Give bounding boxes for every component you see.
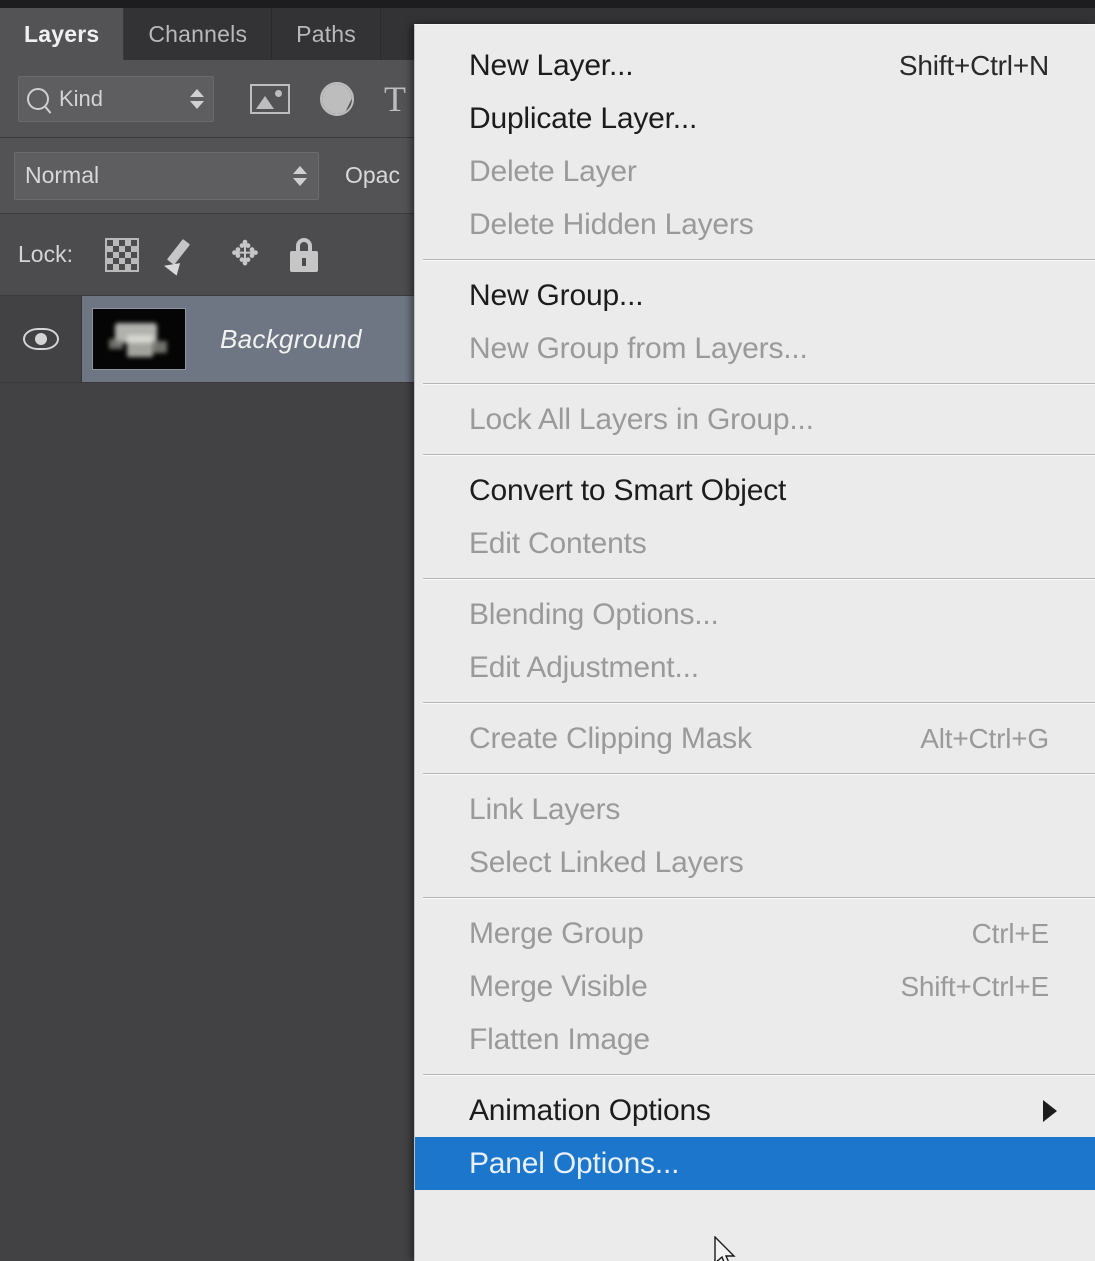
menu-separator: [423, 897, 1095, 899]
menu-item-delete-hidden-layers: Delete Hidden Layers: [415, 198, 1095, 251]
menu-item-label: Lock All Layers in Group...: [469, 402, 814, 436]
menu-item-shortcut: Shift+Ctrl+E: [900, 970, 1049, 1002]
menu-item-label: Blending Options...: [469, 597, 719, 631]
tab-paths[interactable]: Paths: [272, 8, 381, 60]
lock-position-icon[interactable]: ✥: [227, 237, 263, 273]
menu-item-new-layer[interactable]: New Layer... Shift+Ctrl+N: [415, 39, 1095, 92]
menu-item-label: New Layer...: [469, 48, 634, 82]
tab-layers-label: Layers: [24, 20, 100, 47]
menu-item-animation-options[interactable]: Animation Options: [415, 1084, 1095, 1137]
chevron-updown-icon[interactable]: [189, 88, 205, 109]
menu-item-label: Panel Options...: [469, 1146, 680, 1180]
opacity-label: Opac: [345, 162, 400, 188]
chevron-updown-icon[interactable]: [292, 165, 308, 186]
menu-item-merge-visible: Merge Visible Shift+Ctrl+E: [415, 960, 1095, 1013]
menu-item-label: Edit Adjustment...: [469, 650, 699, 684]
menu-item-panel-options[interactable]: Panel Options...: [415, 1137, 1095, 1190]
menu-item-label: Animation Options: [469, 1093, 711, 1127]
tab-paths-label: Paths: [296, 20, 356, 47]
menu-separator: [423, 454, 1095, 456]
tab-channels-label: Channels: [148, 20, 248, 47]
menu-item-label: Create Clipping Mask: [469, 721, 752, 755]
menu-separator: [423, 259, 1095, 261]
menu-item-label: Flatten Image: [469, 1022, 650, 1056]
menu-item-merge-group: Merge Group Ctrl+E: [415, 907, 1095, 960]
lock-transparent-pixels-icon[interactable]: [104, 237, 139, 272]
menu-item-delete-layer: Delete Layer: [415, 145, 1095, 198]
menu-separator: [423, 773, 1095, 775]
layer-thumbnail[interactable]: [92, 308, 186, 370]
blend-mode-value: Normal: [25, 162, 100, 188]
menu-item-flatten-image: Flatten Image: [415, 1013, 1095, 1066]
menu-item-new-group[interactable]: New Group...: [415, 269, 1095, 322]
menu-item-blending-options: Blending Options...: [415, 588, 1095, 641]
lock-label: Lock:: [18, 241, 73, 267]
search-icon: [27, 87, 49, 110]
menu-separator: [423, 578, 1095, 580]
menu-item-edit-contents: Edit Contents: [415, 517, 1095, 570]
lock-all-icon[interactable]: [289, 237, 319, 272]
blend-mode-select[interactable]: Normal: [14, 151, 319, 200]
menu-item-label: Link Layers: [469, 792, 621, 826]
menu-item-label: New Group...: [469, 278, 644, 312]
menu-item-label: Merge Group: [469, 916, 644, 950]
eye-icon: [22, 328, 59, 350]
menu-item-label: Merge Visible: [469, 969, 648, 1003]
menu-item-select-linked-layers: Select Linked Layers: [415, 836, 1095, 889]
menu-separator: [423, 1074, 1095, 1076]
layer-visibility-toggle[interactable]: [0, 296, 82, 382]
menu-item-convert-to-smart-object[interactable]: Convert to Smart Object: [415, 464, 1095, 517]
menu-item-label: Delete Layer: [469, 154, 637, 188]
top-dark-strip: [0, 0, 1095, 8]
layer-name-label: Background: [220, 323, 362, 354]
menu-item-edit-adjustment: Edit Adjustment...: [415, 641, 1095, 694]
menu-item-shortcut: Shift+Ctrl+N: [898, 49, 1049, 81]
type-filter-icon[interactable]: T: [384, 81, 406, 117]
menu-item-link-layers: Link Layers: [415, 783, 1095, 836]
menu-separator: [423, 702, 1095, 704]
menu-item-create-clipping-mask: Create Clipping Mask Alt+Ctrl+G: [415, 712, 1095, 765]
menu-item-shortcut: Alt+Ctrl+G: [920, 722, 1049, 754]
panel-context-menu: New Layer... Shift+Ctrl+N Duplicate Layer.…: [414, 24, 1095, 1261]
menu-item-duplicate-layer[interactable]: Duplicate Layer...: [415, 92, 1095, 145]
menu-item-lock-all-layers-in-group: Lock All Layers in Group...: [415, 393, 1095, 446]
menu-item-label: Select Linked Layers: [469, 845, 744, 879]
menu-item-new-group-from-layers: New Group from Layers...: [415, 322, 1095, 375]
menu-item-label: Duplicate Layer...: [469, 101, 698, 135]
menu-item-label: Delete Hidden Layers: [469, 207, 754, 241]
menu-item-label: Convert to Smart Object: [469, 473, 787, 507]
filter-kind-value: Kind: [59, 85, 104, 111]
filter-icon-group: T: [250, 81, 406, 117]
menu-item-label: Edit Contents: [469, 526, 647, 560]
menu-item-shortcut: Ctrl+E: [971, 917, 1050, 949]
menu-item-label: New Group from Layers...: [469, 331, 808, 365]
filter-kind-select[interactable]: Kind: [18, 75, 214, 122]
tab-channels[interactable]: Channels: [124, 8, 273, 60]
adjustment-filter-icon[interactable]: [320, 81, 354, 116]
photoshop-layers-panel-screen: Layers Channels Paths Kind T Normal Opac…: [0, 0, 1095, 1261]
lock-image-pixels-icon[interactable]: [165, 237, 201, 273]
tab-layers[interactable]: Layers: [0, 8, 125, 60]
chevron-right-icon: [1043, 1099, 1057, 1122]
menu-separator: [423, 383, 1095, 385]
image-filter-icon[interactable]: [250, 83, 290, 114]
